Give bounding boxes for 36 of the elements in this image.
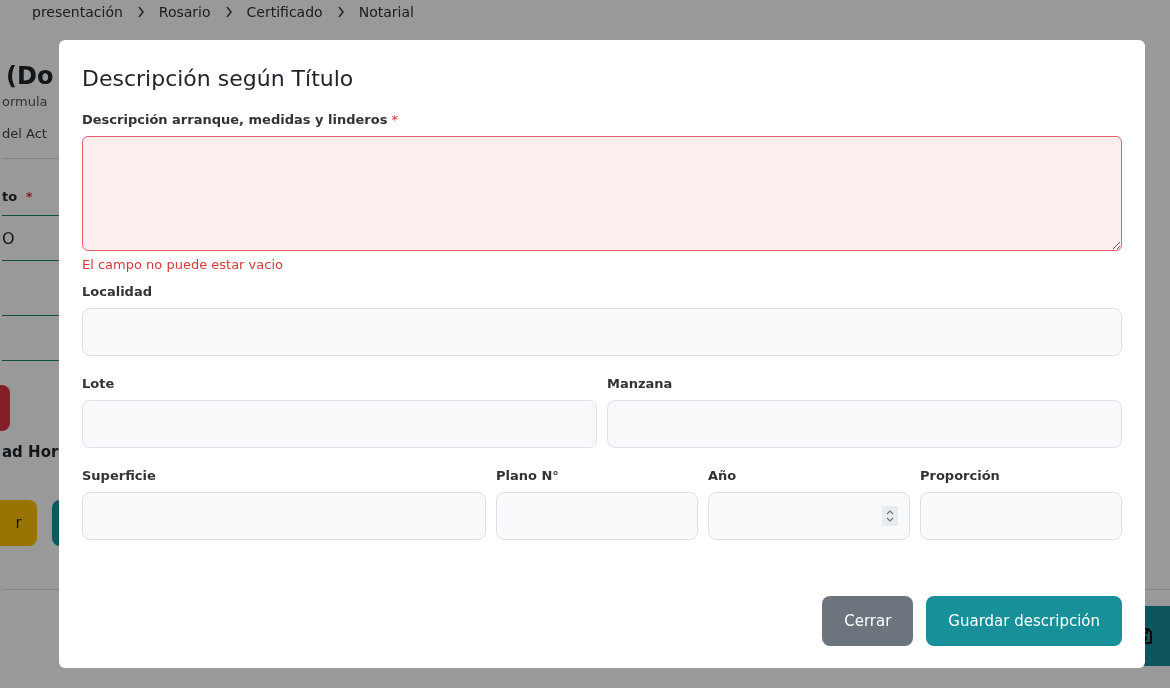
input-field[interactable] xyxy=(82,492,486,540)
breadcrumb-link[interactable]: Rosario xyxy=(158,4,211,20)
danger-button[interactable] xyxy=(0,385,10,431)
section-title: ad Hor xyxy=(2,443,59,463)
input-field[interactable] xyxy=(82,400,597,448)
chevron-icon xyxy=(224,6,233,18)
breadcrumb-link[interactable]: Certificado xyxy=(246,4,323,20)
text-area[interactable] xyxy=(82,136,1122,251)
spinner-icon[interactable] xyxy=(882,506,898,526)
input-field[interactable] xyxy=(920,492,1122,540)
breadcrumb-link[interactable]: Notarial xyxy=(358,4,414,20)
required-mark: * xyxy=(391,112,398,127)
input-field[interactable] xyxy=(496,492,698,540)
error-message: El campo no puede estar vacio xyxy=(82,257,283,272)
chevron-icon xyxy=(336,6,345,18)
field-label: Localidad xyxy=(82,284,152,299)
required-mark: * xyxy=(25,189,33,204)
chevron-icon xyxy=(136,6,145,18)
field-label: Descripción arranque, medidas y linderos xyxy=(82,112,388,127)
input-field[interactable] xyxy=(82,308,1122,356)
save-button[interactable]: Guardar descripción xyxy=(926,596,1122,646)
breadcrumb-link[interactable]: presentación xyxy=(32,4,123,20)
number-field[interactable] xyxy=(708,492,910,540)
field-label: Año xyxy=(708,468,737,483)
page-subtitle: ormula xyxy=(2,94,48,111)
field-label: Proporción xyxy=(920,468,1000,483)
close-button[interactable]: Cerrar xyxy=(822,596,914,646)
field-label: Superficie xyxy=(82,468,156,483)
warning-button[interactable]: r xyxy=(0,500,37,546)
modal-title: Descripción según Título xyxy=(82,66,354,93)
field-label: to xyxy=(2,189,18,204)
field-label: Lote xyxy=(82,376,115,391)
page-heading: (Do xyxy=(5,62,54,92)
input-field[interactable] xyxy=(607,400,1122,448)
field-label: Manzana xyxy=(607,376,673,391)
field-label: Plano N° xyxy=(496,468,559,483)
